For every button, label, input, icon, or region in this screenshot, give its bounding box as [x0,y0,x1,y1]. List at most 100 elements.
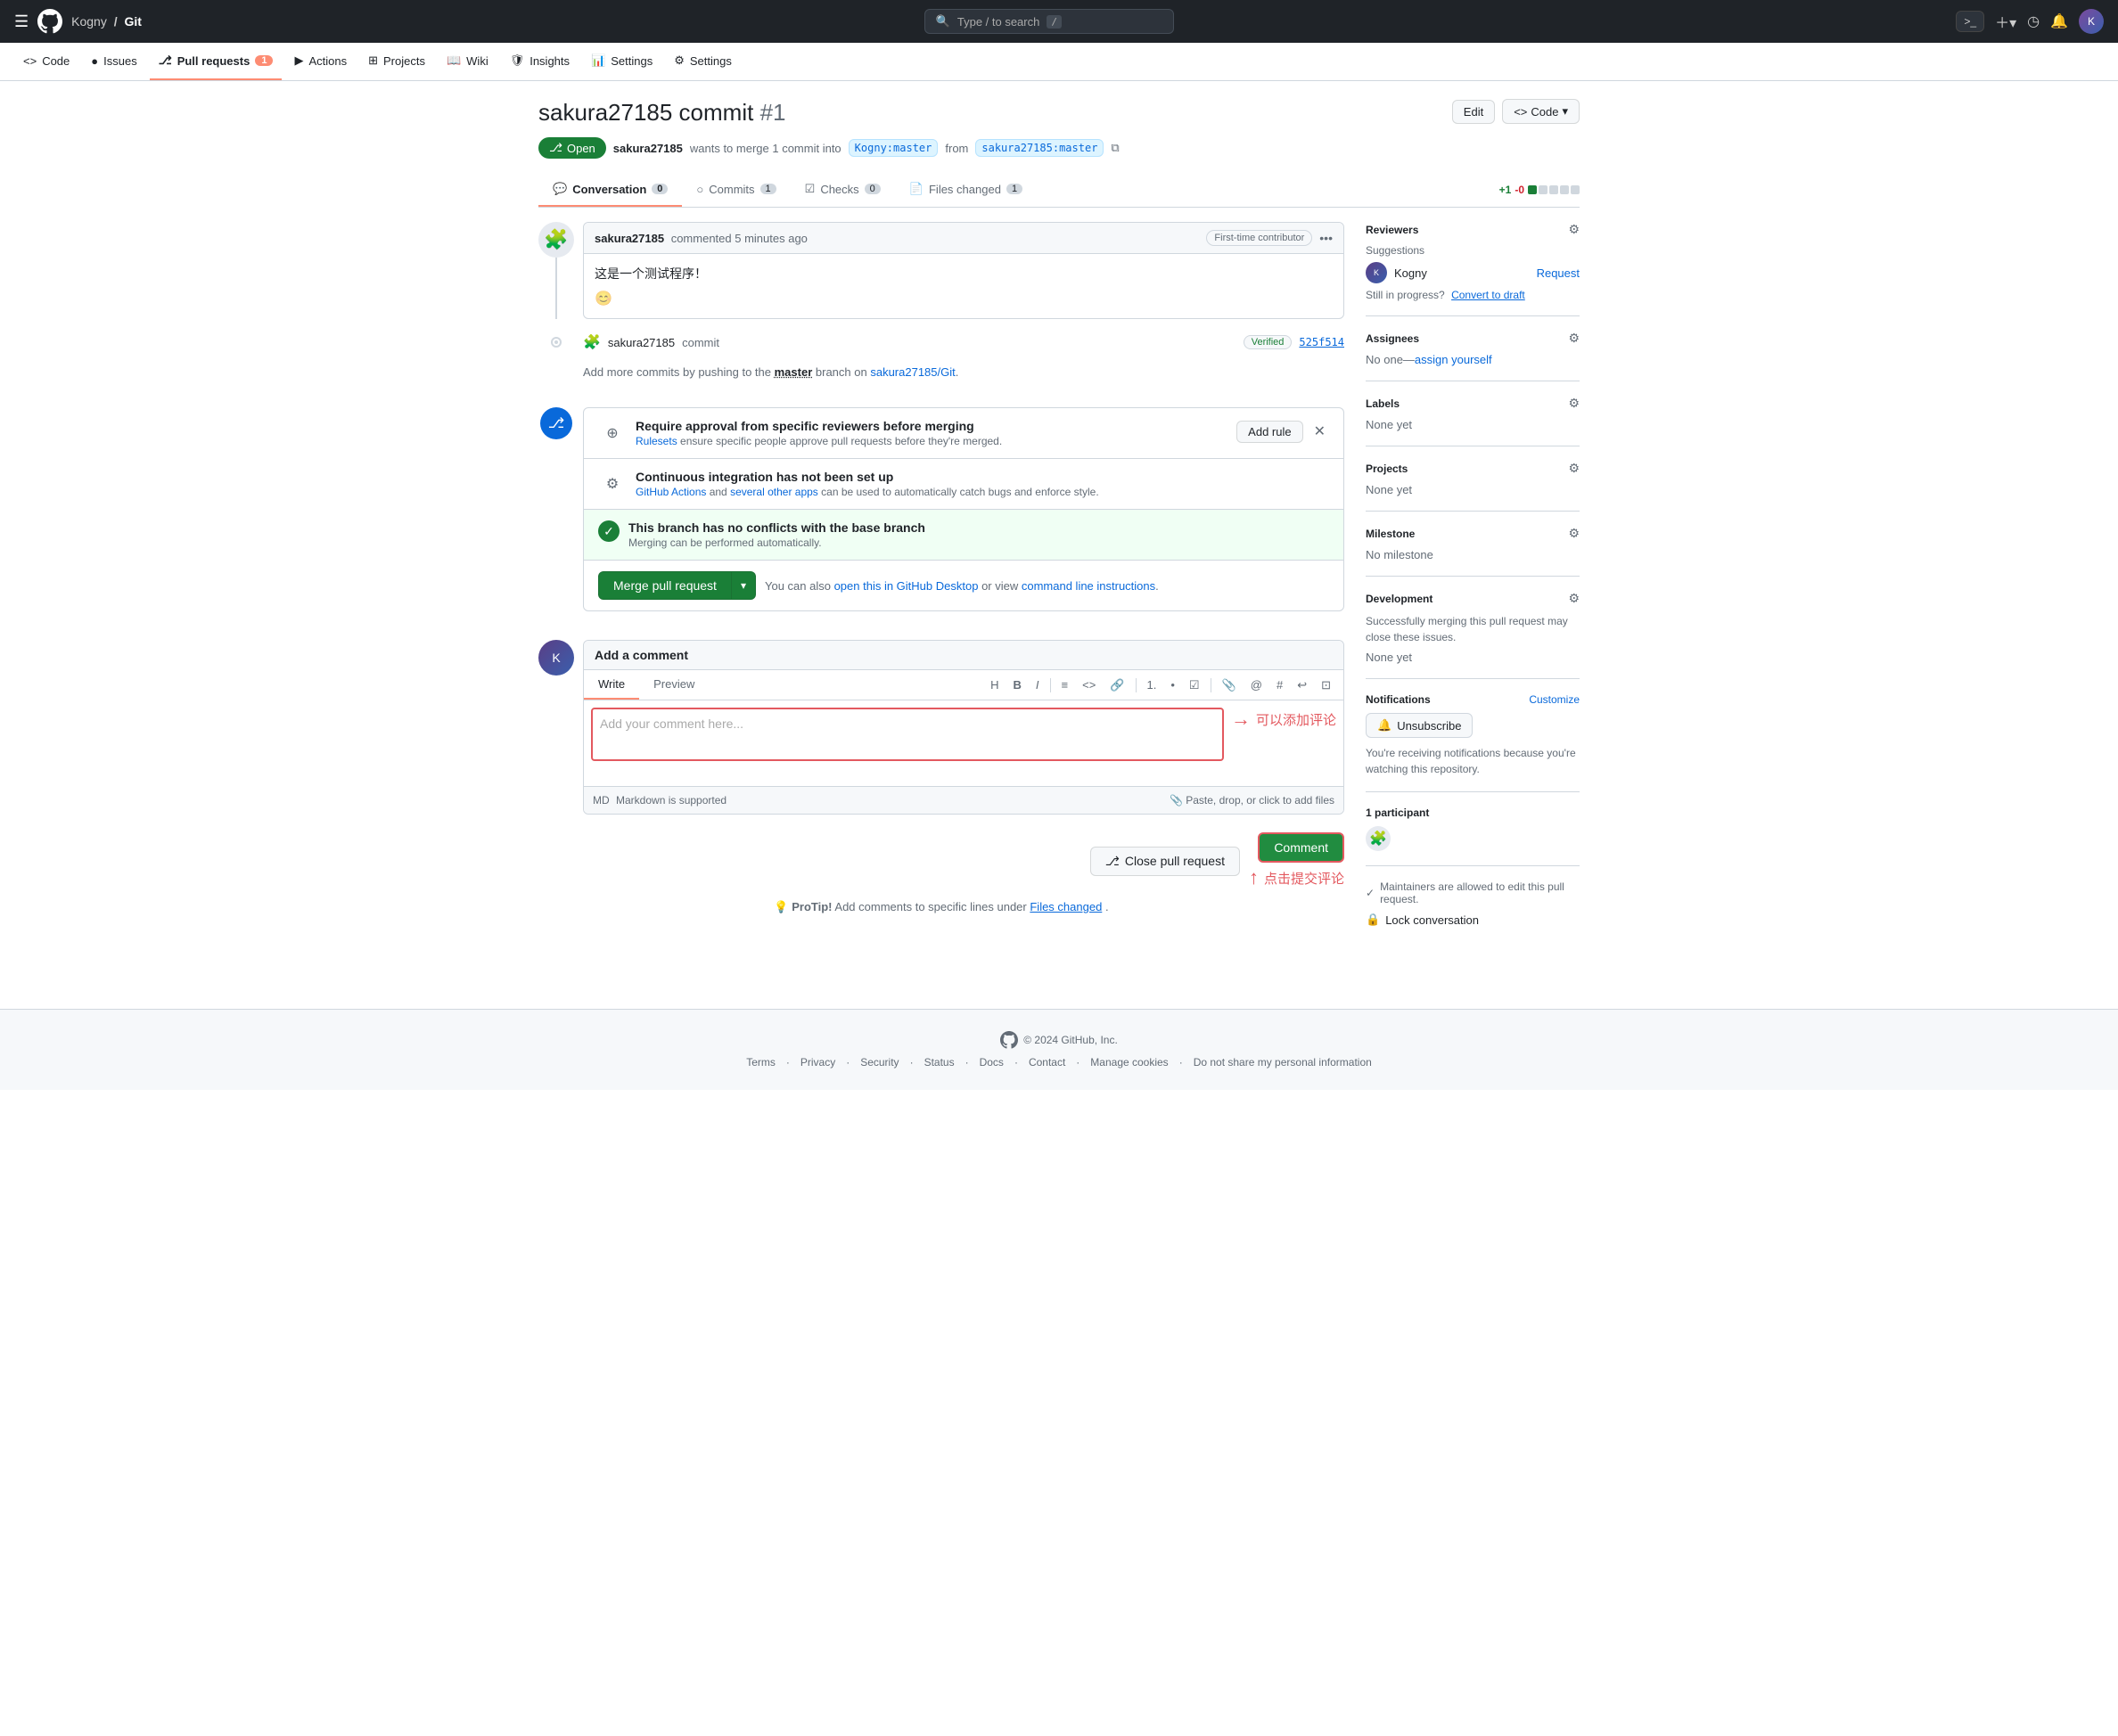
convert-to-draft-link[interactable]: Convert to draft [1451,289,1525,301]
reviewers-gear[interactable]: ⚙ [1568,222,1580,237]
code-button[interactable]: <> Code ▾ [1502,99,1580,124]
labels-gear[interactable]: ⚙ [1568,396,1580,411]
merge-pull-request-button[interactable]: Merge pull request [598,571,731,600]
footer-contact[interactable]: Contact [1029,1056,1065,1069]
commit-hash[interactable]: 525f514 [1299,336,1344,348]
close-pr-icon: ⎇ [1105,854,1120,869]
nav-projects[interactable]: ⊞ Projects [359,43,434,80]
customize-link[interactable]: Customize [1529,693,1580,706]
tab-conversation[interactable]: 💬 Conversation 0 [538,173,682,207]
toolbar-attach[interactable]: 📎 [1217,675,1242,696]
toolbar-mention[interactable]: @ [1245,675,1268,695]
toolbar-heading[interactable]: H [985,675,1004,695]
pr-status-badge: ⎇ Open [538,137,606,159]
code-icon: <> [23,54,37,68]
sidebar-notifications: Notifications Customize 🔔 Unsubscribe Yo… [1366,693,1580,792]
footer-privacy[interactable]: Privacy [800,1056,835,1069]
content-sidebar: Reviewers ⚙ Suggestions K Kogny Request … [1366,222,1580,955]
close-rule-button[interactable]: ✕ [1310,419,1329,444]
toolbar-ordered-list[interactable]: 1. [1142,675,1162,695]
annotation-arrow-2: ↑ [1249,866,1259,889]
master-branch-link[interactable]: master [775,365,813,379]
assignees-gear[interactable]: ⚙ [1568,331,1580,346]
user-avatar[interactable]: K [2079,9,2104,34]
attach-icon2: 📎 [1170,794,1183,807]
preview-tab[interactable]: Preview [639,670,709,700]
toolbar-task-list[interactable]: ☑ [1184,675,1205,696]
footer-status[interactable]: Status [924,1056,955,1069]
tab-commits[interactable]: ○ Commits 1 [682,174,790,207]
check-icon: ✓ [598,520,620,542]
comment-menu-icon[interactable]: ••• [1319,231,1333,245]
hamburger-icon[interactable]: ☰ [14,12,29,31]
request-review-button[interactable]: Request [1537,266,1580,280]
milestone-gear[interactable]: ⚙ [1568,526,1580,541]
rule-desc-1: Rulesets ensure specific people approve … [636,435,1227,447]
open-desktop-link[interactable]: open this in GitHub Desktop [834,579,979,593]
assign-yourself-link[interactable]: assign yourself [1415,353,1492,366]
target-branch[interactable]: Kogny:master [849,139,939,157]
toolbar-undo[interactable]: ↩ [1292,675,1312,696]
pr-status-icon: ⎇ [549,141,562,155]
rule-desc-3: Merging can be performed automatically. [628,536,1329,549]
annotation-text-2: 点击提交评论 [1264,869,1344,888]
development-gear[interactable]: ⚙ [1568,591,1580,606]
nav-pull-requests[interactable]: ⎇ Pull requests 1 [150,43,283,80]
toolbar-fullscreen[interactable]: ⊡ [1316,675,1336,696]
reviewer-name: Kogny [1394,266,1427,280]
files-changed-link[interactable]: Files changed [1030,900,1102,913]
toolbar-code[interactable]: <> [1077,675,1101,695]
comment-author: sakura27185 [595,232,664,245]
emoji-button[interactable]: 😊 [595,291,612,307]
lock-icon: 🔒 [1366,913,1380,927]
comment-editor: Add a comment Write Preview H B I ≡ <> [583,640,1344,815]
unsubscribe-button[interactable]: 🔔 Unsubscribe [1366,713,1473,738]
toolbar-italic[interactable]: I [1030,675,1045,695]
comment-box: sakura27185 commented 5 minutes ago Firs… [583,222,1344,319]
copy-icon[interactable]: ⧉ [1111,141,1119,155]
nav-actions[interactable]: ▶ Actions [285,43,356,80]
source-branch[interactable]: sakura27185:master [975,139,1104,157]
toolbar-bold[interactable]: B [1008,675,1027,695]
command-line-link[interactable]: command line instructions [1022,579,1155,593]
nav-issues[interactable]: ● Issues [82,44,145,80]
toolbar-unordered-list[interactable]: • [1165,675,1180,695]
edit-button[interactable]: Edit [1452,100,1495,124]
tab-checks[interactable]: ☑ Checks 0 [791,173,895,207]
toolbar-list[interactable]: ≡ [1056,675,1074,695]
merge-icon-circle: ⎇ [540,407,572,439]
terminal-icon[interactable]: >_ [1956,11,1984,32]
nav-insights[interactable]: 📊 Settings [582,43,661,80]
activity-icon[interactable]: ◷ [2027,12,2040,30]
write-tab[interactable]: Write [584,670,639,700]
footer-do-not-share[interactable]: Do not share my personal information [1194,1056,1372,1069]
search-bar[interactable]: 🔍 Type / to search / [924,9,1174,34]
projects-icon: ⊞ [368,53,378,68]
tab-files-changed[interactable]: 📄 Files changed 1 [895,173,1037,207]
comment-submit-area: Comment ↑ 点击提交评论 [1249,832,1344,889]
merge-dropdown-button[interactable]: ▾ [731,571,756,600]
comment-submit-button[interactable]: Comment [1258,832,1344,863]
repo-link[interactable]: sakura27185/Git [870,365,955,379]
nav-code[interactable]: <> Code [14,44,78,80]
close-pr-button[interactable]: ⎇ Close pull request [1090,847,1240,876]
nav-security[interactable]: 🛡 Insights [501,43,579,80]
nav-wiki[interactable]: 📖 Wiki [438,43,497,80]
verified-badge: Verified [1244,335,1293,349]
toolbar-ref[interactable]: # [1271,675,1288,695]
nav-settings[interactable]: ⚙ Settings [665,43,741,80]
toolbar-link[interactable]: 🔗 [1104,675,1129,696]
lock-conversation[interactable]: 🔒 Lock conversation [1366,913,1580,927]
commit-author-link[interactable]: sakura27185 [608,336,675,349]
plus-icon[interactable]: ＋▾ [1995,11,2016,32]
add-rule-button[interactable]: Add rule [1236,421,1302,443]
toolbar-sep1 [1050,678,1051,692]
file-drop-hint[interactable]: 📎 Paste, drop, or click to add files [1170,794,1334,807]
inbox-icon[interactable]: 🔔 [2050,12,2068,30]
footer-security[interactable]: Security [860,1056,899,1069]
comment-input-box[interactable]: Add your comment here... [591,708,1224,761]
footer-terms[interactable]: Terms [746,1056,776,1069]
footer-docs[interactable]: Docs [980,1056,1004,1069]
footer-manage-cookies[interactable]: Manage cookies [1090,1056,1168,1069]
projects-gear[interactable]: ⚙ [1568,461,1580,476]
